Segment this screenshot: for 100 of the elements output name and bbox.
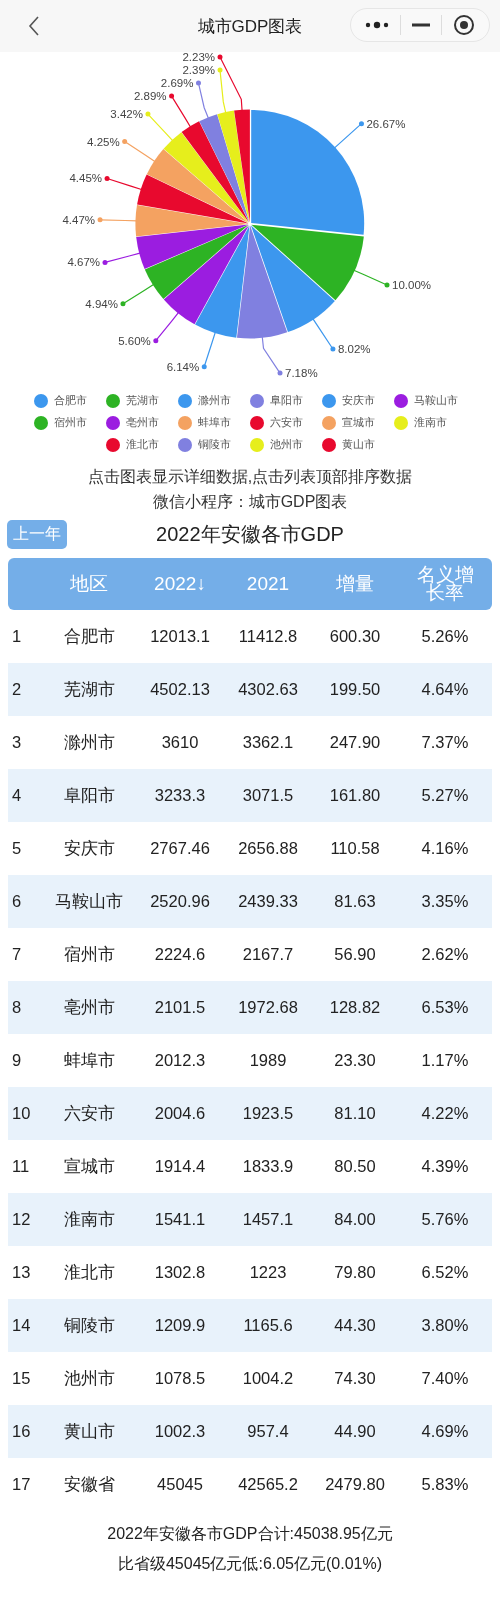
- data-label: 4.45%: [69, 172, 103, 185]
- table-cell: 4.22%: [421, 1104, 469, 1123]
- table-cell: 3071.5: [242, 786, 294, 805]
- table-cell: 6.52%: [421, 1263, 469, 1282]
- legend-label[interactable]: 芜湖市: [126, 394, 159, 408]
- data-label: 8.02%: [337, 343, 371, 355]
- table-cell: 1457.1: [242, 1210, 294, 1229]
- table-cell: 1223: [249, 1263, 287, 1282]
- table-cell: 4302.63: [238, 680, 298, 699]
- pie-slice[interactable]: [250, 225, 335, 333]
- table-cell: 4.69%: [421, 1422, 469, 1441]
- table-cell-text: 安庆市: [63, 837, 115, 859]
- more-icon[interactable]: [364, 21, 389, 29]
- table-cell: 6.53%: [421, 998, 469, 1017]
- legend-label[interactable]: 蚌埠市: [198, 416, 231, 430]
- legend-label[interactable]: 淮南市: [414, 416, 447, 430]
- leader-line: [97, 217, 138, 223]
- table-cell-text: 淮南市: [63, 1208, 115, 1230]
- legend-label[interactable]: 淮北市: [126, 438, 159, 452]
- table-cell-text: 芜湖市: [63, 678, 115, 700]
- table-cell-text: 铜陵市: [63, 1314, 115, 1336]
- table-cell-text: 合肥市: [63, 625, 115, 647]
- legend-label[interactable]: 马鞍山市: [414, 394, 458, 408]
- leader-line: [169, 93, 192, 129]
- pie-slice[interactable]: [135, 205, 249, 237]
- legend-label[interactable]: 滁州市: [198, 394, 231, 408]
- pie-slice[interactable]: [217, 110, 250, 223]
- leader-line: [261, 335, 283, 376]
- pie-slice[interactable]: [199, 114, 250, 223]
- table-cell: 1209.9: [154, 1316, 206, 1335]
- table-cell-text: 宿州市: [63, 943, 115, 965]
- table-cell-text: 13: [11, 1263, 31, 1282]
- table-cell: 128.82: [329, 998, 381, 1017]
- table-cell-text: 2: [11, 680, 22, 699]
- table-cell: 3362.1: [242, 733, 294, 752]
- table-cell-text: 3: [11, 733, 22, 752]
- table-cell-text: 安徽省: [63, 1473, 115, 1495]
- pie-slice[interactable]: [144, 224, 249, 300]
- pie-slice[interactable]: [236, 225, 288, 339]
- table-cell-text: 阜阳市: [63, 784, 115, 806]
- pie-slice[interactable]: [251, 224, 364, 301]
- data-label: 4.25%: [87, 135, 120, 148]
- table-cell: 2656.88: [238, 839, 298, 858]
- table-cell-text: 17: [11, 1475, 31, 1494]
- table-cell: 3233.3: [154, 786, 206, 805]
- legend-label[interactable]: 亳州市: [126, 416, 159, 430]
- table-cell: 1002.3: [154, 1422, 206, 1441]
- legend-label[interactable]: 铜陵市: [198, 438, 231, 452]
- table-cell: 2224.6: [154, 945, 206, 964]
- close-icon[interactable]: [453, 14, 476, 36]
- table-cell: 7.40%: [421, 1369, 469, 1388]
- pie-slice[interactable]: [234, 109, 250, 223]
- table-cell-text: 12: [11, 1210, 31, 1229]
- table-cell: 247.90: [329, 733, 381, 752]
- legend-label[interactable]: 宿州市: [54, 416, 87, 430]
- back-icon[interactable]: [28, 15, 40, 37]
- leader-line: [352, 269, 390, 288]
- table-cell: 2439.33: [238, 892, 298, 911]
- table-cell-text: 亳州市: [63, 996, 115, 1018]
- table-cell: 1989: [249, 1051, 287, 1070]
- leader-line: [145, 111, 174, 142]
- summary-text: 比省级45045亿元低:6.05亿元(0.01%): [116, 1554, 384, 1574]
- table-cell: 12013.1: [150, 627, 210, 646]
- legend-label[interactable]: 六安市: [270, 416, 303, 430]
- minimize-icon[interactable]: [411, 23, 430, 27]
- table-cell: 2.62%: [421, 945, 469, 964]
- table-cell: 80.50: [334, 1157, 376, 1176]
- table-cell-text: 16: [11, 1422, 31, 1441]
- table-cell-text: 4: [11, 786, 22, 805]
- table-cell: 1923.5: [242, 1104, 294, 1123]
- data-label: 6.14%: [166, 360, 200, 373]
- leader-line: [153, 311, 180, 344]
- pie-slice[interactable]: [195, 225, 250, 338]
- table-cell: 2004.6: [154, 1104, 206, 1123]
- legend-label[interactable]: 池州市: [270, 438, 303, 452]
- table-cell: 1165.6: [243, 1316, 293, 1335]
- data-label: 4.67%: [67, 256, 100, 269]
- pie-slice[interactable]: [251, 109, 365, 235]
- legend-label[interactable]: 安庆市: [342, 394, 375, 408]
- leader-line: [333, 121, 364, 149]
- table-cell: 5.76%: [421, 1210, 469, 1229]
- legend-label[interactable]: 宣城市: [342, 416, 375, 430]
- legend-label[interactable]: 黄山市: [342, 438, 375, 452]
- window-title: 城市GDP图表: [197, 15, 303, 38]
- table-title: 2022年安徽各市GDP: [156, 521, 344, 547]
- legend-label[interactable]: 阜阳市: [270, 394, 303, 408]
- data-label: 10.00%: [392, 279, 432, 291]
- table-cell: 44.30: [334, 1316, 376, 1335]
- table-cell: 1972.68: [238, 998, 298, 1017]
- table-cell: 1914.4: [154, 1157, 206, 1176]
- table-cell-text: 8: [11, 998, 22, 1017]
- table-cell: 1.17%: [421, 1051, 469, 1070]
- table-cell: 1078.5: [154, 1369, 206, 1388]
- pie-slice[interactable]: [163, 225, 249, 325]
- table-cell: 23.30: [334, 1051, 376, 1070]
- leader-line: [311, 317, 336, 352]
- legend-label[interactable]: 合肥市: [54, 394, 87, 408]
- table-cell: 600.30: [329, 627, 381, 646]
- pie-slice[interactable]: [136, 224, 249, 269]
- table-cell-text: 15: [11, 1369, 31, 1388]
